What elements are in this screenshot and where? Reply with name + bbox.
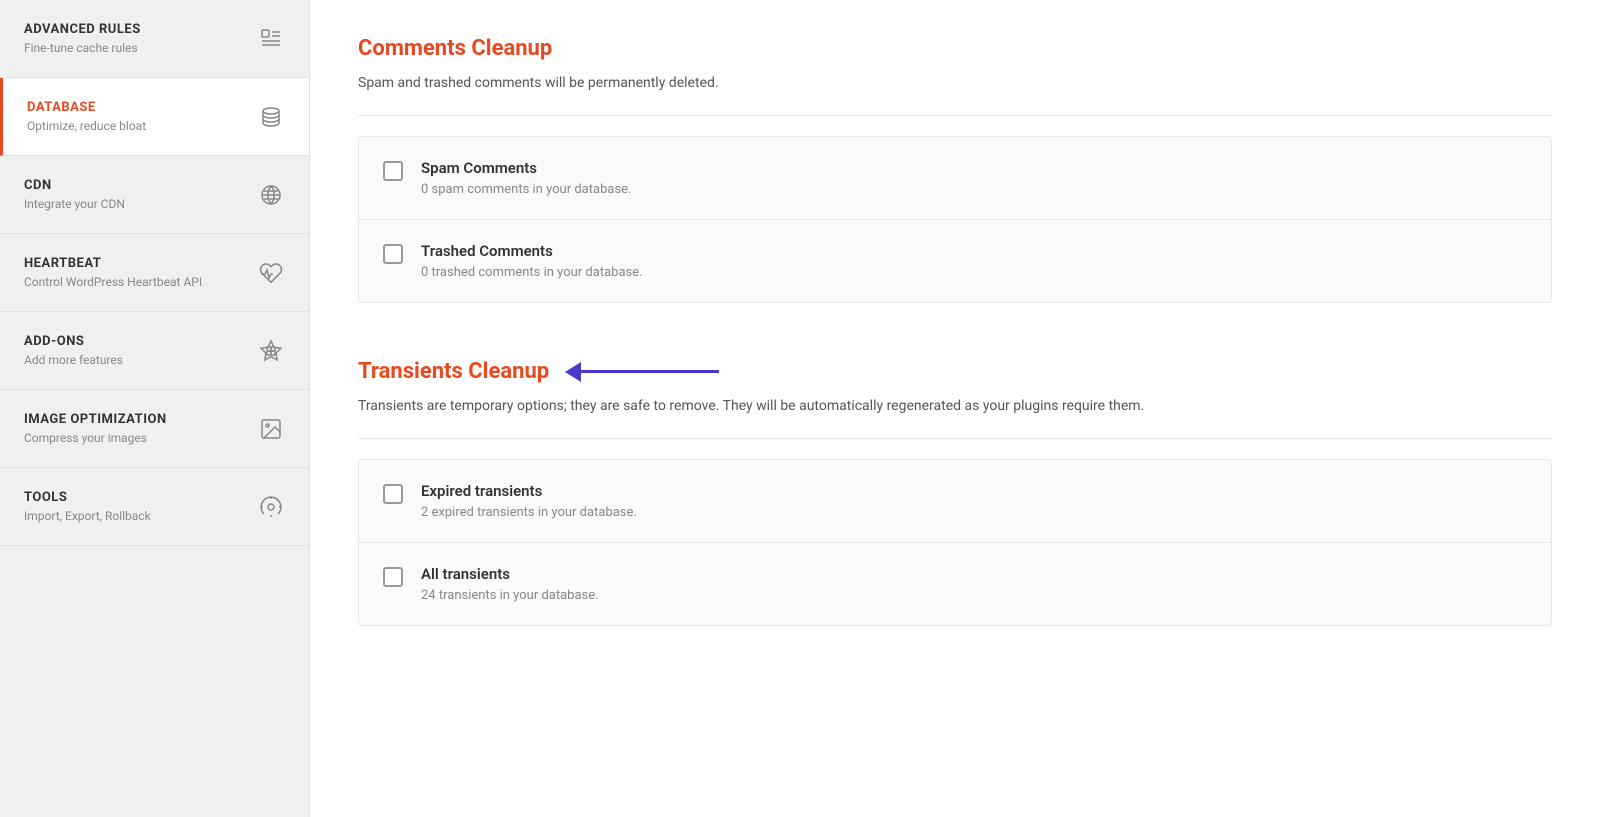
- comments-cleanup-description: Spam and trashed comments will be perman…: [358, 75, 1552, 116]
- sidebar-item-heartbeat[interactable]: HEARTBEAT Control WordPress Heartbeat AP…: [0, 234, 309, 312]
- sidebar-item-database-title: DATABASE: [27, 100, 146, 115]
- trashed-comments-checkbox[interactable]: [383, 244, 403, 264]
- all-transients-checkbox[interactable]: [383, 567, 403, 587]
- comments-options-card: Spam Comments 0 spam comments in your da…: [358, 136, 1552, 303]
- sidebar-item-heartbeat-subtitle: Control WordPress Heartbeat API: [24, 275, 202, 289]
- tools-icon: [257, 493, 285, 521]
- spam-comments-checkbox[interactable]: [383, 161, 403, 181]
- sidebar-item-cdn-subtitle: Integrate your CDN: [24, 197, 125, 211]
- main-content: Comments Cleanup Spam and trashed commen…: [310, 0, 1600, 817]
- trashed-comments-label: Trashed Comments: [421, 242, 643, 260]
- sidebar-item-tools[interactable]: TOOLS Import, Export, Rollback: [0, 468, 309, 546]
- trashed-comments-value: 0 trashed comments in your database.: [421, 265, 643, 280]
- spam-comments-value: 0 spam comments in your database.: [421, 182, 631, 197]
- sidebar-item-advanced-rules-subtitle: Fine-tune cache rules: [24, 41, 141, 55]
- cdn-icon: [257, 181, 285, 209]
- transients-header: Transients Cleanup: [358, 359, 1552, 384]
- sidebar-item-database-subtitle: Optimize, reduce bloat: [27, 119, 146, 133]
- sidebar-item-advanced-rules[interactable]: ADVANCED RULES Fine-tune cache rules: [0, 0, 309, 78]
- all-transients-option: All transients 24 transients in your dat…: [359, 543, 1551, 625]
- arrow-annotation: [565, 362, 719, 382]
- sidebar-item-add-ons[interactable]: ADD-ONS Add more features: [0, 312, 309, 390]
- sidebar-item-database[interactable]: DATABASE Optimize, reduce bloat: [0, 78, 309, 156]
- sidebar-item-tools-title: TOOLS: [24, 490, 151, 505]
- expired-transients-label: Expired transients: [421, 482, 637, 500]
- transients-options-card: Expired transients 2 expired transients …: [358, 459, 1552, 626]
- spam-comments-label: Spam Comments: [421, 159, 631, 177]
- expired-transients-value: 2 expired transients in your database.: [421, 505, 637, 520]
- image-optimization-icon: [257, 415, 285, 443]
- rules-icon: [257, 25, 285, 53]
- comments-cleanup-title: Comments Cleanup: [358, 36, 1552, 61]
- sidebar-item-add-ons-subtitle: Add more features: [24, 353, 123, 367]
- transients-cleanup-section: Transients Cleanup Transients are tempor…: [310, 323, 1600, 626]
- sidebar-item-advanced-rules-title: ADVANCED RULES: [24, 22, 141, 37]
- transients-cleanup-description: Transients are temporary options; they a…: [358, 398, 1552, 439]
- sidebar-item-tools-subtitle: Import, Export, Rollback: [24, 509, 151, 523]
- sidebar-item-cdn[interactable]: CDN Integrate your CDN: [0, 156, 309, 234]
- heartbeat-icon: [257, 259, 285, 287]
- comments-cleanup-section: Comments Cleanup Spam and trashed commen…: [310, 0, 1600, 303]
- trashed-comments-option: Trashed Comments 0 trashed comments in y…: [359, 220, 1551, 302]
- addons-icon: [257, 337, 285, 365]
- expired-transients-option: Expired transients 2 expired transients …: [359, 460, 1551, 543]
- sidebar: ADVANCED RULES Fine-tune cache rules DAT…: [0, 0, 310, 817]
- sidebar-item-add-ons-title: ADD-ONS: [24, 334, 123, 349]
- arrow-line: [579, 370, 719, 373]
- sidebar-item-heartbeat-title: HEARTBEAT: [24, 256, 202, 271]
- sidebar-item-image-optimization-title: IMAGE OPTIMIZATION: [24, 412, 167, 427]
- database-icon: [257, 103, 285, 131]
- all-transients-label: All transients: [421, 565, 599, 583]
- sidebar-item-image-optimization-subtitle: Compress your images: [24, 431, 167, 445]
- sidebar-item-cdn-title: CDN: [24, 178, 125, 193]
- all-transients-value: 24 transients in your database.: [421, 588, 599, 603]
- sidebar-item-image-optimization[interactable]: IMAGE OPTIMIZATION Compress your images: [0, 390, 309, 468]
- spam-comments-option: Spam Comments 0 spam comments in your da…: [359, 137, 1551, 220]
- expired-transients-checkbox[interactable]: [383, 484, 403, 504]
- transients-cleanup-title: Transients Cleanup: [358, 359, 549, 384]
